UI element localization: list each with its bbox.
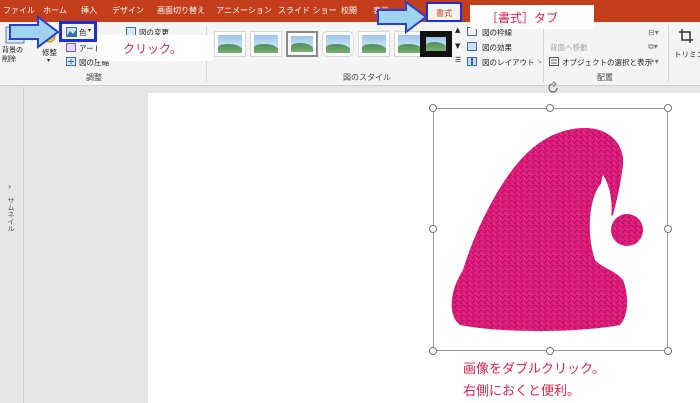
expand-chevron-icon[interactable]: ›: [8, 182, 11, 191]
tab-review[interactable]: 校閲: [336, 0, 362, 22]
format-tab-callout: ［書式］タブ: [470, 5, 594, 29]
arrow-to-format-tab-icon: [377, 0, 428, 34]
tab-design[interactable]: デザイン: [108, 0, 148, 22]
tab-slideshow[interactable]: スライド ショー: [278, 0, 337, 22]
tab-transitions[interactable]: 画面切り替え: [152, 0, 210, 22]
gallery-down-icon[interactable]: ▼: [455, 42, 460, 50]
compress-pictures-icon[interactable]: [66, 57, 76, 66]
thumbnail-pane[interactable]: › サムネイル: [0, 87, 24, 403]
rotation-handle-icon[interactable]: [545, 80, 561, 96]
instruction-line-2: 右側におくと便利。: [463, 384, 581, 399]
picture-style-2[interactable]: [250, 31, 282, 57]
ribbon-tab-bar: ファイル ホーム 挿入 デザイン 画面切り替え アニメーション スライド ショー…: [0, 0, 700, 22]
tab-animations[interactable]: アニメーション: [214, 0, 274, 22]
resize-handle-top-right[interactable]: [664, 104, 672, 112]
group-objects-icon[interactable]: ⧉▾: [648, 42, 658, 52]
crop-icon[interactable]: [678, 28, 694, 44]
resize-handle-left[interactable]: [429, 225, 437, 233]
picture-effects-label[interactable]: 図の効果: [482, 42, 512, 53]
picture-style-3[interactable]: [286, 31, 318, 57]
click-callout: クリック。: [97, 35, 213, 61]
send-backward-button[interactable]: 背面へ移動: [550, 42, 588, 53]
resize-handle-top[interactable]: [546, 104, 554, 112]
tab-format[interactable]: 書式: [426, 2, 462, 22]
artistic-effects-icon[interactable]: [66, 43, 76, 52]
instruction-line-1: 画像をダブルクリック。: [463, 362, 605, 377]
color-button-highlight: [59, 21, 97, 42]
resize-handle-bottom[interactable]: [546, 347, 554, 355]
resize-handle-top-left[interactable]: [429, 104, 437, 112]
crop-label[interactable]: トリミング: [674, 49, 700, 60]
adjust-group-label: 調整: [86, 73, 102, 82]
thumbnail-pane-label: サムネイル: [7, 197, 15, 232]
hat-body: [451, 128, 628, 332]
picture-style-5[interactable]: [358, 31, 390, 57]
rotate-icon[interactable]: ⟳▾: [648, 57, 659, 66]
picture-effects-icon[interactable]: [467, 42, 477, 51]
picture-layout-label[interactable]: 図のレイアウト: [482, 57, 535, 68]
hat-pompom: [611, 214, 643, 246]
group-separator: [668, 26, 669, 82]
resize-handle-right[interactable]: [664, 225, 672, 233]
arrange-group-label: 配置: [597, 73, 613, 82]
group-separator: [543, 26, 544, 82]
picture-style-4[interactable]: [322, 31, 354, 57]
gallery-more-icon[interactable]: ☰: [455, 56, 461, 64]
align-icon[interactable]: ⊟▾: [648, 28, 659, 37]
gallery-up-icon[interactable]: ▲: [455, 26, 460, 34]
resize-handle-bottom-right[interactable]: [664, 347, 672, 355]
picture-style-7[interactable]: [420, 31, 452, 57]
resize-handle-bottom-left[interactable]: [429, 347, 437, 355]
knitted-hat-image[interactable]: [445, 120, 660, 340]
picture-style-1[interactable]: [214, 31, 246, 57]
picture-layout-icon[interactable]: [467, 57, 477, 66]
picture-styles-group-label: 図のスタイル: [343, 73, 391, 82]
corrections-dropdown-icon[interactable]: ▾: [47, 57, 50, 64]
tab-insert[interactable]: 挿入: [74, 0, 104, 22]
selection-pane-icon[interactable]: [549, 57, 559, 66]
selection-pane-label[interactable]: オブジェクトの選択と表示: [562, 57, 652, 68]
arrow-to-color-icon: [9, 15, 60, 49]
dialog-launcher-icon[interactable]: ↘: [537, 58, 542, 65]
